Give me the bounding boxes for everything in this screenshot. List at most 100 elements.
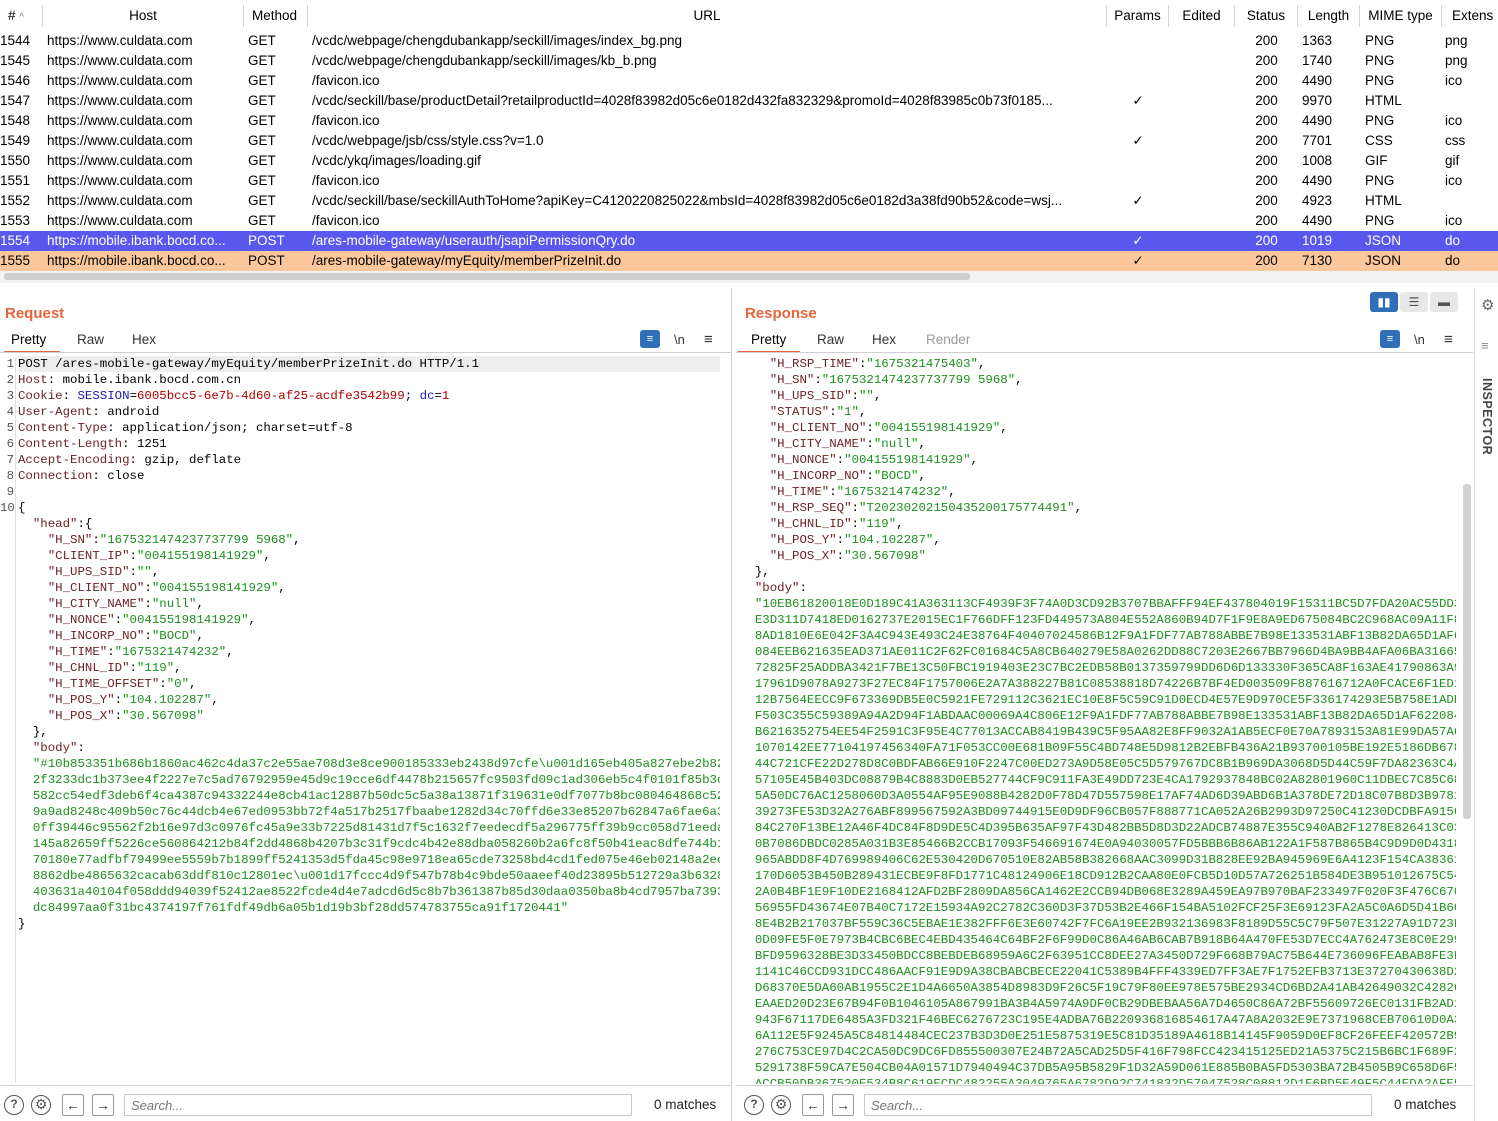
code-token: Content-Length [18, 437, 123, 451]
cell-num: 1555 [0, 253, 31, 268]
code-token: "CLIENT_IP" [18, 549, 130, 563]
request-search-input[interactable] [124, 1094, 632, 1116]
table-row[interactable]: 1549 https://www.culdata.com GET/vcdc/webp… [0, 131, 1498, 151]
response-tab-pretty[interactable]: Pretty [751, 332, 786, 347]
code-token: = [129, 389, 137, 403]
column-header-url[interactable]: URL [308, 5, 1107, 27]
code-text: 2A0B4BF1E9F10DE2168412AFD2BF2809DA856CA1… [740, 885, 1456, 899]
response-editor[interactable]: "H_RSP_TIME":"1675321475403", "H_SN":"16… [740, 356, 1456, 1084]
code-line: "H_POS_Y":"104.102287", [18, 692, 720, 708]
code-line: }, [740, 564, 1456, 580]
cell-mime: CSS [1365, 133, 1393, 148]
settings-gear-icon[interactable]: ⚙ [771, 1095, 791, 1115]
table-row[interactable]: 1544 https://www.culdata.com GET/vcdc/webp… [0, 31, 1498, 51]
code-token: , [151, 565, 160, 579]
cell-url: /ares-mobile-gateway/myEquity/memberPriz… [312, 253, 622, 268]
code-line: "H_CHNL_ID":"119", [18, 660, 720, 676]
menu-icon[interactable]: ≡ [1444, 331, 1453, 348]
show-newlines-button[interactable]: \n [674, 332, 685, 347]
previous-match-button[interactable]: ← [802, 1094, 824, 1116]
response-search-input[interactable] [864, 1094, 1372, 1116]
line-number [0, 900, 14, 916]
help-icon[interactable]: ? [744, 1095, 764, 1115]
column-header-params[interactable]: Params [1107, 5, 1169, 27]
column-header-mime-type[interactable]: MIME type [1360, 5, 1442, 27]
code-token: Host [18, 373, 48, 387]
proxy-history-table: # ^ Host Method URL Params Edited Status… [0, 0, 1498, 283]
code-token: "004155198141929" [136, 549, 264, 563]
column-header-status[interactable]: Status [1235, 5, 1298, 27]
code-text: 943F67117DE6485A3FD321F46BEC6276723C195E… [740, 1013, 1456, 1027]
code-line: "H_SN":"1675321474237737799 5968", [740, 372, 1456, 388]
scrollbar-thumb[interactable] [4, 273, 970, 280]
cell-length: 4490 [1302, 213, 1333, 228]
column-header-edited[interactable]: Edited [1169, 5, 1235, 27]
table-row[interactable]: 1553 https://www.culdata.com GET/favicon.i… [0, 211, 1498, 231]
code-token: "004155198141929" [151, 581, 279, 595]
wrap-lines-icon[interactable]: ≡ [640, 330, 660, 348]
table-row[interactable]: 1554 https://mobile.ibank.bocd.co... POST /… [0, 231, 1498, 251]
next-match-button[interactable]: → [92, 1094, 114, 1116]
code-line: "H_TIME":"1675321474232", [740, 484, 1456, 500]
code-line: 39273FE53D32A276ABF899567592A3BD09744915… [740, 804, 1456, 820]
side-by-side-layout-icon[interactable]: ▮▮ [1370, 292, 1398, 312]
code-line: 965ABDD8F4D769989406C62E530420D670510E82… [740, 852, 1456, 868]
code-line: 084EEB621635EAD371AE011C2F62FC01684C5A8C… [740, 644, 1456, 660]
single-tab-layout-icon[interactable]: ▬ [1430, 292, 1458, 312]
show-newlines-button[interactable]: \n [1414, 332, 1425, 347]
code-token: "H_TIME_OFFSET" [18, 677, 160, 691]
code-line: "H_POS_X":"30.567098" [740, 548, 1456, 564]
cell-num: 1544 [0, 33, 31, 48]
code-text: 276C753CE97D4C2CA50DC9DC6FD855500307E24B… [740, 1045, 1456, 1059]
column-header-method[interactable]: Method [244, 5, 308, 27]
history-horizontal-scrollbar[interactable] [0, 271, 1498, 283]
code-token: "H_POS_Y" [740, 533, 837, 547]
table-row[interactable]: 1551 https://www.culdata.com GET/favicon.i… [0, 171, 1498, 191]
table-row[interactable]: 1547 https://www.culdata.com GET/vcdc/seck… [0, 91, 1498, 111]
column-header-host[interactable]: Host [43, 5, 244, 27]
cell-method: POST [248, 233, 285, 248]
request-tab-pretty[interactable]: Pretty [11, 332, 46, 347]
cell-method: GET [248, 113, 276, 128]
code-text: } [18, 917, 26, 931]
column-header-length[interactable]: Length [1298, 5, 1360, 27]
line-number [0, 836, 14, 852]
gear-icon[interactable]: ⚙ [1481, 296, 1494, 314]
request-tab-hex[interactable]: Hex [132, 332, 156, 347]
column-header-extension[interactable]: Extens [1442, 5, 1498, 27]
inspector-menu-icon[interactable]: ≡ [1481, 338, 1489, 353]
request-editor[interactable]: POST /ares-mobile-gateway/myEquity/membe… [18, 356, 720, 1084]
cell-length: 7701 [1302, 133, 1333, 148]
table-row[interactable]: 1555 https://mobile.ibank.bocd.co... POST /… [0, 251, 1498, 271]
code-line: "body": [740, 580, 1456, 596]
code-text: F503C355C59389A94A2D94F1ABDAAC00069A4C80… [740, 709, 1456, 723]
next-match-button[interactable]: → [832, 1094, 854, 1116]
help-icon[interactable]: ? [4, 1095, 24, 1115]
cell-params: ✓ [1132, 93, 1144, 108]
cell-url: /vcdc/webpage/chengdubankapp/seckill/ima… [312, 33, 683, 48]
table-row[interactable]: 1552 https://www.culdata.com GET/vcdc/seck… [0, 191, 1498, 211]
table-row[interactable]: 1546 https://www.culdata.com GET/favicon.i… [0, 71, 1498, 91]
response-tab-render[interactable]: Render [926, 332, 970, 347]
table-row[interactable]: 1545 https://www.culdata.com GET/vcdc/webp… [0, 51, 1498, 71]
request-tab-raw[interactable]: Raw [77, 332, 104, 347]
inspector-label[interactable]: INSPECTOR [1480, 378, 1494, 455]
stacked-layout-icon[interactable]: ☰ [1400, 292, 1428, 312]
response-vertical-scrollbar[interactable] [1463, 484, 1471, 819]
settings-gear-icon[interactable]: ⚙ [31, 1095, 51, 1115]
menu-icon[interactable]: ≡ [704, 331, 713, 348]
response-tab-raw[interactable]: Raw [817, 332, 844, 347]
response-tab-hex[interactable]: Hex [872, 332, 896, 347]
previous-match-button[interactable]: ← [62, 1094, 84, 1116]
cell-length: 4490 [1302, 113, 1333, 128]
inspector-rail[interactable]: ⚙ ≡ INSPECTOR [1474, 288, 1498, 1121]
column-header-number[interactable]: # ^ [0, 5, 43, 27]
code-line: "10EB61820018E0D189C41A363113CF4939F3F74… [740, 596, 1456, 612]
code-token: "119" [136, 661, 175, 675]
line-number [0, 660, 14, 676]
code-line: dc84997aa0f31bc4374197f761fdf49db6a05b1d… [18, 900, 720, 916]
wrap-lines-icon[interactable]: ≡ [1380, 330, 1400, 348]
table-row[interactable]: 1550 https://www.culdata.com GET/vcdc/ykq/… [0, 151, 1498, 171]
code-line: "#10b853351b686b1860ac462c4da37c2e55ae70… [18, 756, 720, 772]
table-row[interactable]: 1548 https://www.culdata.com GET/favicon.i… [0, 111, 1498, 131]
